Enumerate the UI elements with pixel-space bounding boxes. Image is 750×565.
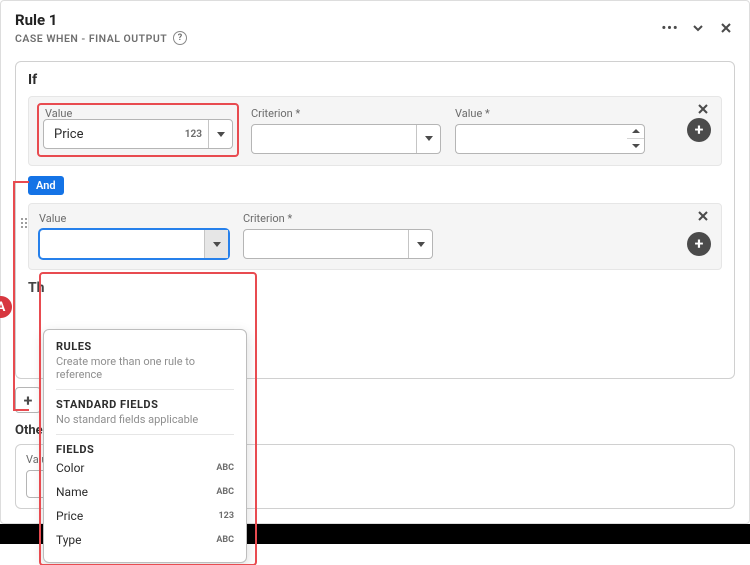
- value2-label: Value *: [455, 107, 645, 120]
- if-label: If: [28, 72, 722, 88]
- chevron-down-icon[interactable]: [416, 125, 440, 153]
- option-type-badge: ABC: [216, 535, 234, 545]
- option-label: Type: [56, 533, 82, 547]
- value-label: Value: [45, 107, 72, 120]
- dropdown-section-standard: STANDARD FIELDS: [56, 398, 234, 411]
- chevron-down-icon[interactable]: [689, 19, 707, 37]
- rule-panel: Rule 1 CASE WHEN - FINAL OUTPUT ? ••• A …: [0, 0, 750, 524]
- criterion-label: Criterion *: [251, 107, 441, 120]
- chevron-down-icon[interactable]: [204, 230, 228, 258]
- value-dropdown-panel: RULES Create more than one rule to refer…: [43, 329, 247, 563]
- dropdown-section-fields: FIELDS: [56, 443, 234, 456]
- close-icon[interactable]: [717, 19, 735, 37]
- rule-title: Rule 1: [15, 11, 187, 29]
- dropdown-option[interactable]: Price 123: [56, 504, 234, 528]
- dropdown-standard-sub: No standard fields applicable: [56, 413, 234, 435]
- value-stepper[interactable]: [627, 124, 645, 154]
- add-condition-button[interactable]: +: [687, 118, 711, 142]
- panel-body: A If Value Price 123: [1, 51, 749, 523]
- dropdown-option[interactable]: Type ABC: [56, 528, 234, 552]
- dropdown-option[interactable]: Name ABC: [56, 480, 234, 504]
- option-label: Name: [56, 485, 88, 499]
- remove-condition-icon[interactable]: [697, 210, 711, 224]
- option-type-badge: ABC: [216, 463, 234, 473]
- value-input[interactable]: [455, 124, 627, 154]
- rule-subtitle-row: CASE WHEN - FINAL OUTPUT ?: [15, 31, 187, 45]
- value-select-open[interactable]: [39, 229, 229, 259]
- option-label: Price: [56, 509, 83, 523]
- step-up-icon[interactable]: [627, 125, 644, 140]
- chevron-down-icon[interactable]: [208, 120, 232, 148]
- option-type-badge: ABC: [216, 487, 234, 497]
- value-label: Value: [39, 212, 229, 225]
- chevron-down-icon[interactable]: [408, 230, 432, 258]
- condition-row-1: Value Price 123 Criterion *: [28, 96, 722, 166]
- criterion-select[interactable]: [243, 229, 433, 259]
- then-label: Th: [28, 280, 722, 296]
- remove-condition-icon[interactable]: [697, 103, 711, 117]
- value-select-text: Price: [54, 127, 185, 142]
- step-down-icon[interactable]: [627, 139, 644, 153]
- panel-header: Rule 1 CASE WHEN - FINAL OUTPUT ? •••: [1, 1, 749, 51]
- dropdown-rules-sub: Create more than one rule to reference: [56, 355, 234, 390]
- criterion-label: Criterion *: [243, 212, 433, 225]
- option-type-badge: 123: [219, 511, 235, 521]
- dropdown-option[interactable]: Color ABC: [56, 456, 234, 480]
- add-rule-button[interactable]: +: [15, 387, 41, 413]
- and-operator-button[interactable]: And: [28, 176, 64, 195]
- annotation-marker-a: A: [0, 296, 12, 318]
- add-condition-button[interactable]: +: [687, 232, 711, 256]
- drag-handle-icon[interactable]: [21, 218, 31, 228]
- rule-subtitle: CASE WHEN - FINAL OUTPUT: [15, 32, 167, 45]
- help-icon[interactable]: ?: [173, 31, 187, 45]
- more-icon[interactable]: •••: [661, 19, 679, 37]
- option-label: Color: [56, 461, 84, 475]
- value-select[interactable]: Price 123: [43, 119, 233, 149]
- value-type-badge: 123: [185, 129, 202, 140]
- value-group-highlight: Value Price 123: [39, 105, 237, 155]
- criterion-select[interactable]: [251, 124, 441, 154]
- dropdown-section-rules: RULES: [56, 340, 234, 353]
- condition-row-2: Value Criterion * +: [28, 203, 722, 270]
